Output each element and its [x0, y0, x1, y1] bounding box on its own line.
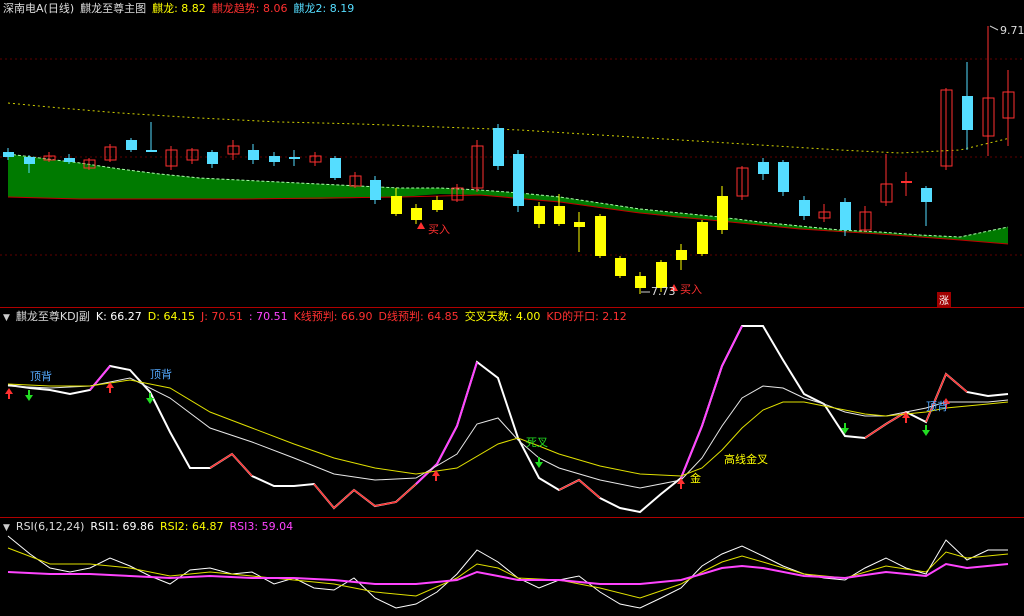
- down-arrow: [535, 462, 543, 468]
- down-arrow: [25, 395, 33, 401]
- zhang-badge: 涨: [937, 292, 951, 307]
- down-arrow: [922, 430, 930, 436]
- buy-marker: [417, 222, 425, 229]
- trend-lower-line: [7, 194, 1009, 245]
- kdj-j-red: [313, 483, 417, 510]
- top-divergence-label: 顶背: [30, 370, 52, 383]
- high-marker-line: [989, 25, 999, 31]
- rsi-panel[interactable]: ▼ RSI(6,12,24) RSI1: 69.86 RSI2: 64.87 RSI3:…: [0, 518, 1024, 616]
- kdj-j-line: [7, 325, 1009, 514]
- kdj-panel[interactable]: ▼ 麒龙至尊KDJ副 K: 66.27 D: 64.15 J: 70.51: 70.51…: [0, 308, 1024, 518]
- rsi1-line: [7, 535, 1008, 609]
- candle-group: [3, 26, 1015, 294]
- buy-signal-label: 买入: [428, 223, 450, 236]
- low-price-label: 7.73: [651, 285, 676, 298]
- buy-signal-label: 买入: [680, 283, 702, 296]
- top-divergence-label: 顶背: [926, 400, 948, 413]
- kdj-d-line: [7, 379, 1009, 477]
- down-arrow: [146, 398, 154, 404]
- main-chart-canvas: [0, 25, 1024, 294]
- dead-cross-label: 死叉: [526, 436, 548, 449]
- main-chart-panel[interactable]: 深南电A(日线) 麒龙至尊主图 麒龙: 8.82 麒龙趋势: 8.06 麒龙2: 8.1…: [0, 0, 1024, 308]
- gold-label: 金: [690, 472, 701, 485]
- rsi2-line: [7, 547, 1009, 599]
- rsi-canvas: [7, 535, 1009, 609]
- kdj-canvas: [5, 325, 1009, 514]
- kdj-j-red: [558, 479, 601, 499]
- gold-cross-label: 高线金叉: [724, 453, 768, 466]
- high-price-label: 9.71: [1000, 24, 1024, 37]
- up-arrow: [5, 388, 13, 394]
- kdj-j-rising: [415, 361, 478, 485]
- kdj-k-line: [7, 377, 1009, 489]
- top-divergence-label: 顶背: [150, 368, 172, 381]
- ma-dotted-line: [7, 102, 1011, 154]
- kdj-j-rising: [89, 365, 111, 391]
